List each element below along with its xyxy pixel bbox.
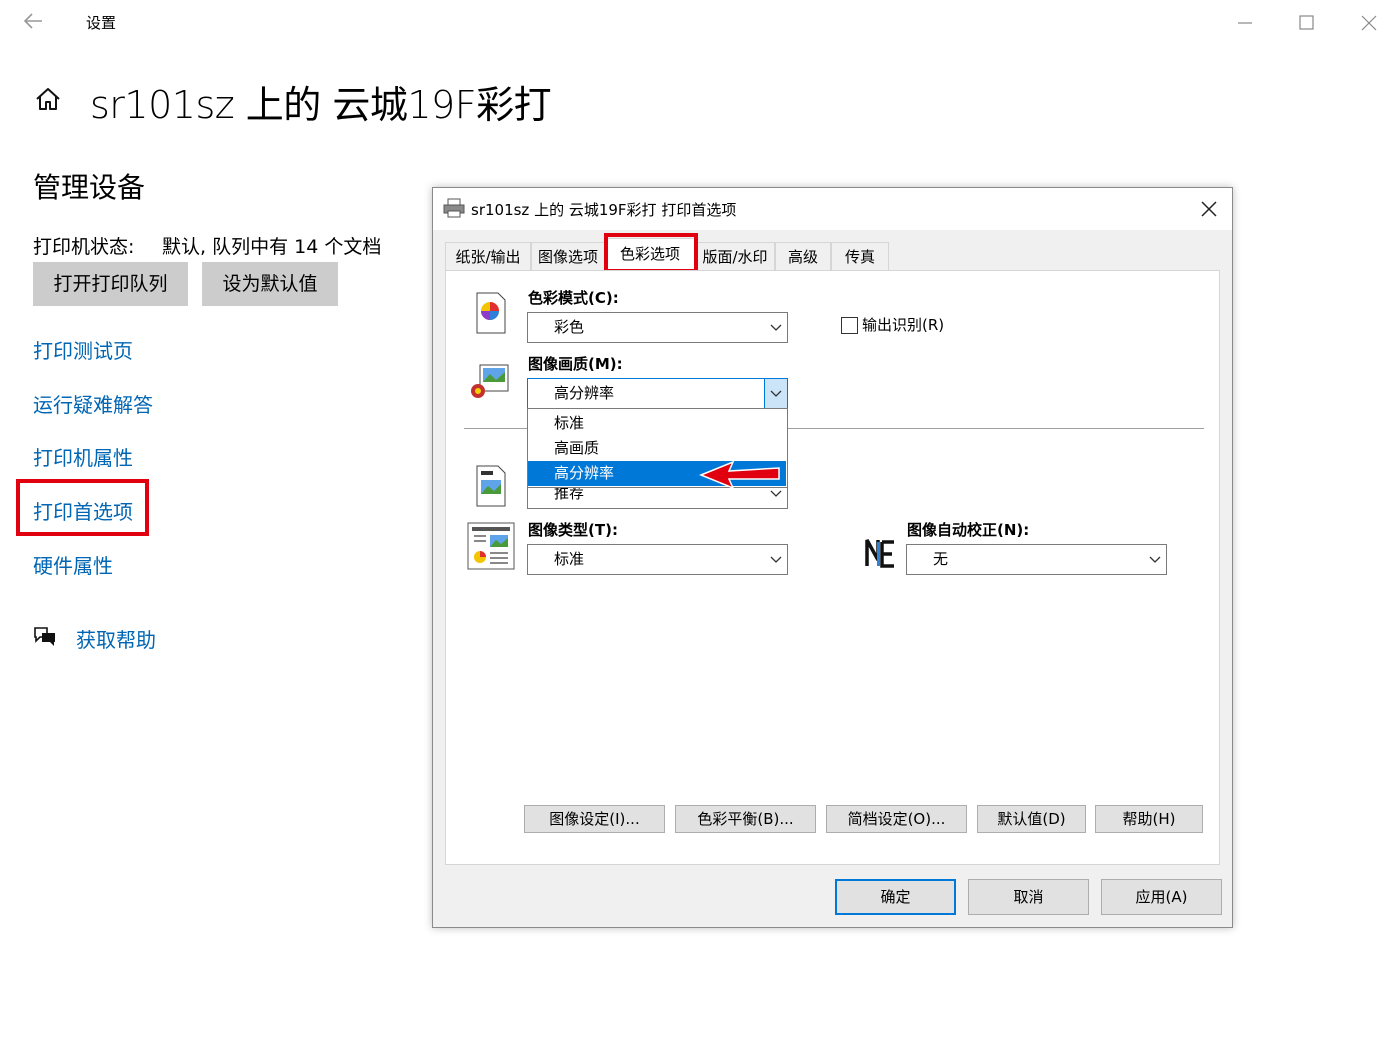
auto-correct-value: 无 bbox=[933, 550, 949, 568]
ok-button[interactable]: 确定 bbox=[835, 879, 956, 915]
section-title: 管理设备 bbox=[33, 171, 146, 204]
highlight-box-color-tab bbox=[604, 233, 698, 273]
minimize-icon[interactable] bbox=[1234, 12, 1256, 34]
chevron-down-icon bbox=[770, 556, 782, 563]
dialog-title: sr101sz 上的 云城19F彩打 打印首选项 bbox=[471, 201, 737, 219]
apply-button[interactable]: 应用(A) bbox=[1101, 879, 1222, 915]
help-chat-icon bbox=[34, 627, 55, 646]
red-arrow-annotation bbox=[699, 460, 780, 490]
output-id-label: 输出识别(R) bbox=[862, 316, 945, 334]
help-link[interactable]: 获取帮助 bbox=[76, 624, 156, 653]
close-icon[interactable] bbox=[1358, 12, 1380, 34]
page-title: sr101sz 上的 云城19F彩打 bbox=[90, 83, 552, 127]
tab-panel: 色彩模式(C): 彩色 输出识别(R) 图像画质(M): 高分辨率 推荐 标准 … bbox=[445, 270, 1220, 865]
highlight-box-preferences bbox=[16, 479, 149, 536]
auto-correct-label: 图像自动校正(N): bbox=[907, 521, 1030, 539]
link-troubleshoot[interactable]: 运行疑难解答 bbox=[33, 389, 153, 418]
dropdown-option-high-quality[interactable]: 高画质 bbox=[528, 436, 786, 461]
image-type-select[interactable]: 标准 bbox=[527, 544, 788, 575]
help-button[interactable]: 帮助(H) bbox=[1095, 805, 1203, 833]
tab-paper-output[interactable]: 纸张/输出 bbox=[445, 242, 531, 270]
set-default-button[interactable]: 设为默认值 bbox=[202, 262, 338, 306]
profile-settings-button[interactable]: 简档设定(O)... bbox=[826, 805, 967, 833]
image-settings-button[interactable]: 图像设定(I)... bbox=[524, 805, 665, 833]
maximize-icon[interactable] bbox=[1296, 12, 1318, 34]
color-mode-icon bbox=[476, 292, 506, 334]
defaults-button[interactable]: 默认值(D) bbox=[977, 805, 1086, 833]
color-mode-label: 色彩模式(C): bbox=[528, 289, 619, 307]
image-quality-select[interactable]: 高分辨率 bbox=[527, 378, 788, 409]
back-arrow-icon[interactable] bbox=[22, 10, 44, 32]
tab-advanced[interactable]: 高级 bbox=[775, 242, 831, 270]
printing-preferences-dialog: sr101sz 上的 云城19F彩打 打印首选项 纸张/输出 图像选项 色彩选项… bbox=[432, 187, 1233, 928]
window-title: 设置 bbox=[86, 14, 117, 32]
chevron-down-icon bbox=[764, 379, 787, 408]
output-id-checkbox[interactable] bbox=[841, 317, 858, 334]
link-printer-properties[interactable]: 打印机属性 bbox=[33, 442, 133, 471]
open-queue-button[interactable]: 打开打印队列 bbox=[33, 262, 188, 306]
image-type-label: 图像类型(T): bbox=[528, 521, 618, 539]
image-quality-value: 高分辨率 bbox=[554, 384, 615, 402]
image-type-icon bbox=[467, 522, 515, 570]
color-balance-button[interactable]: 色彩平衡(B)... bbox=[675, 805, 816, 833]
link-print-test-page[interactable]: 打印测试页 bbox=[33, 335, 133, 364]
dialog-titlebar: sr101sz 上的 云城19F彩打 打印首选项 bbox=[433, 188, 1232, 230]
tab-fax[interactable]: 传真 bbox=[831, 242, 889, 270]
chevron-down-icon bbox=[1149, 556, 1161, 563]
document-image-icon bbox=[476, 465, 506, 507]
dialog-close-icon[interactable] bbox=[1199, 199, 1219, 219]
image-quality-label: 图像画质(M): bbox=[528, 355, 623, 373]
color-mode-value: 彩色 bbox=[554, 318, 585, 336]
chevron-down-icon bbox=[770, 324, 782, 331]
tab-layout-watermark[interactable]: 版面/水印 bbox=[695, 242, 775, 270]
printer-status-label: 打印机状态: bbox=[33, 236, 135, 258]
cancel-button[interactable]: 取消 bbox=[968, 879, 1089, 915]
tab-image-options[interactable]: 图像选项 bbox=[531, 242, 605, 270]
home-icon[interactable] bbox=[34, 85, 62, 113]
image-quality-icon bbox=[471, 364, 509, 398]
color-mode-select[interactable]: 彩色 bbox=[527, 312, 788, 343]
link-hardware-properties[interactable]: 硬件属性 bbox=[33, 550, 113, 579]
printer-status-value: 默认, 队列中有 14 个文档 bbox=[162, 236, 382, 258]
printer-icon bbox=[443, 198, 465, 218]
auto-correct-icon bbox=[865, 538, 896, 568]
image-type-value: 标准 bbox=[554, 550, 585, 568]
dropdown-option-standard[interactable]: 标准 bbox=[528, 411, 786, 436]
auto-correct-select[interactable]: 无 bbox=[906, 544, 1167, 575]
